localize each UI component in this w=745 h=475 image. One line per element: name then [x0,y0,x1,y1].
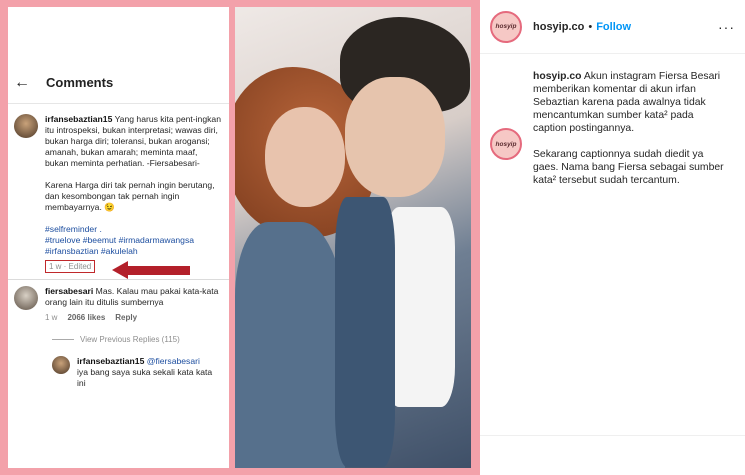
comments-title: Comments [46,75,114,90]
username-link[interactable]: hosyip.co [533,21,584,33]
comment-username: fiersabesari [45,286,94,296]
view-replies-link[interactable]: View Previous Replies (115) [8,335,229,344]
logo-text: hosyip [495,140,517,148]
divider [52,339,74,340]
caption-item: hosyip hosyip.co Akun instagram Fiersa B… [490,70,735,187]
comment-item: irfansebaztian15 Yang harus kita pent-in… [8,114,229,273]
annotation-arrow-icon [112,261,190,279]
caption-username[interactable]: hosyip.co [533,71,582,82]
photo-jacket-right [335,197,395,467]
comment-text-2: Karena Harga diri tak pernah ingin berut… [45,180,215,212]
comment-username: irfansebaztian15 [45,114,113,124]
like-count[interactable]: 2066 likes [67,312,105,323]
comments-screenshot: ← Comments irfansebaztian15 Yang harus k… [8,7,229,468]
post-media: ← Comments irfansebaztian15 Yang harus k… [0,0,480,475]
reply-username: irfansebaztian15 [77,356,145,366]
separator-dot: • [588,20,593,33]
reply-text: iya bang saya suka sekali kata kata ini [77,367,213,388]
hashtags[interactable]: #truelove #beemut #irmadarmawangsa [45,235,223,246]
more-options-icon[interactable]: ··· [718,19,735,35]
caption-text-2: Sekarang captionnya sudah diedit ya gaes… [533,149,724,186]
reply-item: irfansebaztian15 @fiersabesari iya bang … [8,356,229,389]
divider [8,279,229,280]
avatar [14,286,38,310]
photo-jacket-left [235,222,345,468]
hashtags[interactable]: #selfreminder . [45,224,223,235]
avatar [14,114,38,138]
divider [480,435,745,436]
profile-avatar[interactable]: hosyip [490,10,522,43]
comment-time: 1 w [45,313,58,322]
edited-label: 1 w · Edited [45,260,96,273]
couple-photo [235,7,471,468]
photo-shirt [385,207,455,407]
photo-face-man [345,77,445,197]
caption-avatar[interactable]: hosyip [490,128,522,160]
follow-button[interactable]: Follow [596,21,631,33]
caption-section: hosyip hosyip.co Akun instagram Fiersa B… [480,54,745,187]
post-header: hosyip hosyip.co • Follow ··· [480,0,745,54]
comments-header: ← Comments [8,62,229,104]
avatar [52,356,70,374]
logo-text: hosyip [495,23,517,30]
view-replies-label: View Previous Replies (115) [80,335,180,344]
photo-face-woman [265,107,345,207]
mention-link[interactable]: @fiersabesari [147,356,200,366]
back-arrow-icon: ← [14,73,30,91]
hashtags[interactable]: #irfansbaztian #akulelah [45,246,223,257]
comment-item: fiersabesari Mas. Kalau mau pakai kata-k… [8,286,229,323]
reply-button[interactable]: Reply [115,312,137,323]
